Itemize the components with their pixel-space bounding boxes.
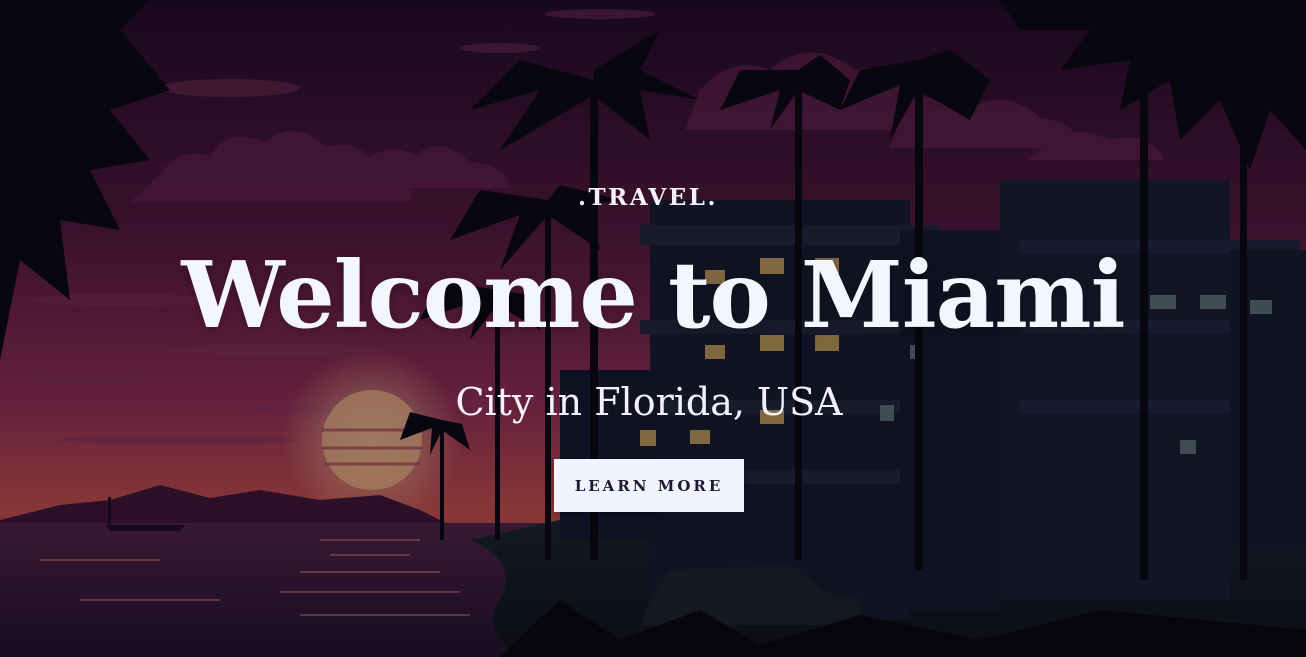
hero-subtitle: City in Florida, USA [455, 380, 843, 424]
hero-section: .TRAVEL. Welcome to Miami City in Florid… [0, 0, 1306, 657]
eyebrow-text: .TRAVEL. [578, 184, 718, 211]
learn-more-button[interactable]: LEARN MORE [554, 459, 744, 512]
hero-content: .TRAVEL. Welcome to Miami City in Florid… [0, 0, 1306, 657]
hero-title: Welcome to Miami [181, 241, 1125, 349]
